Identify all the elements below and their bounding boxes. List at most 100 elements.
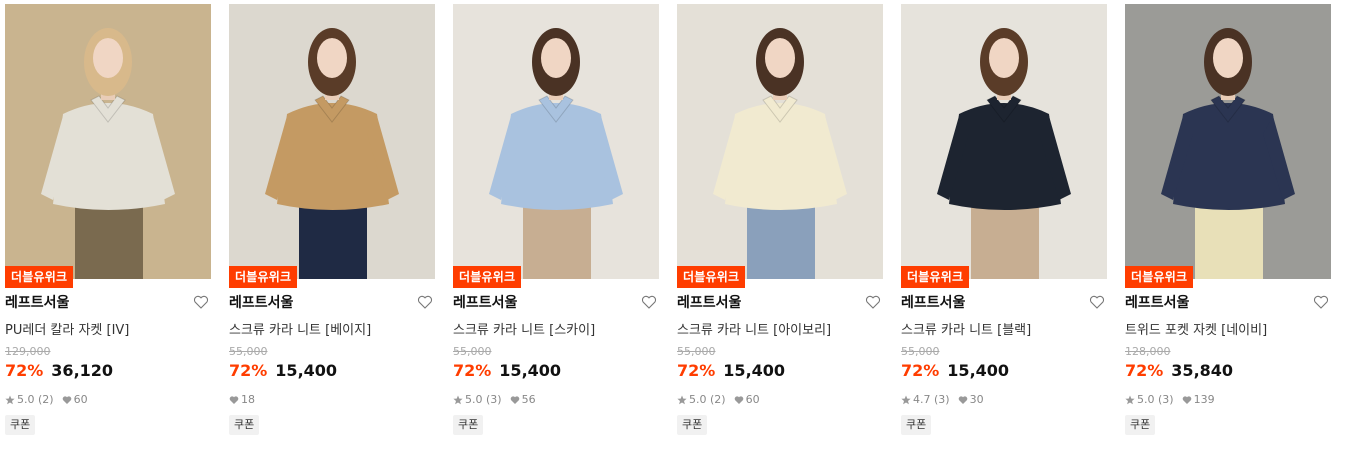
product-card[interactable]: 더블유위크 레프트서울 PU레더 칼라 자켓 [IV] 129,000 72% 3… (5, 0, 211, 451)
wishlist-heart-icon[interactable] (641, 294, 657, 310)
product-name[interactable]: 스크류 카라 니트 [블랙] (901, 319, 1031, 338)
brand-name[interactable]: 레프트서울 (1125, 292, 1189, 312)
brand-name[interactable]: 레프트서울 (901, 292, 965, 312)
product-photo (229, 4, 435, 279)
rating: 5.0 (2) (17, 393, 54, 406)
promo-badge: 더블유위크 (1125, 266, 1194, 288)
discount-rate: 72% (677, 361, 716, 380)
product-name[interactable]: 스크류 카라 니트 [아이보리] (677, 319, 831, 338)
product-name[interactable]: 트위드 포켓 자켓 [네이비] (1125, 319, 1267, 338)
discount-rate: 72% (1125, 361, 1164, 380)
product-photo (901, 4, 1107, 279)
product-photo (5, 4, 211, 279)
sale-price: 35,840 (1171, 361, 1234, 380)
sale-price: 15,400 (275, 361, 338, 380)
coupon-tag: 쿠폰 (229, 415, 260, 435)
original-price: 55,000 (229, 345, 268, 358)
rating: 4.7 (3) (913, 393, 950, 406)
review-meta: 4.7 (3) 30 (901, 393, 984, 406)
original-price: 55,000 (677, 345, 716, 358)
product-image[interactable] (677, 4, 883, 279)
discount-rate: 72% (453, 361, 492, 380)
like-count: 30 (969, 393, 984, 406)
price-row: 72% 15,400 (901, 361, 1009, 380)
product-card[interactable]: 더블유위크 레프트서울 스크류 카라 니트 [베이지] 55,000 72% 15… (229, 0, 435, 451)
sale-price: 15,400 (499, 361, 562, 380)
product-card[interactable]: 더블유위크 레프트서울 스크류 카라 니트 [스카이] 55,000 72% 15… (453, 0, 659, 451)
coupon-tag: 쿠폰 (453, 415, 484, 435)
review-meta: 5.0 (3) 56 (453, 393, 536, 406)
star-icon (677, 395, 687, 404)
product-image[interactable] (5, 4, 211, 279)
like-count: 60 (745, 393, 760, 406)
product-card[interactable]: 더블유위크 레프트서울 스크류 카라 니트 [아이보리] 55,000 72% 1… (677, 0, 883, 451)
discount-rate: 72% (229, 361, 268, 380)
star-icon (1125, 395, 1135, 404)
rating: 5.0 (3) (1137, 393, 1174, 406)
sale-price: 15,400 (723, 361, 786, 380)
product-image[interactable] (229, 4, 435, 279)
like-count-icon (510, 395, 519, 404)
product-card[interactable]: 더블유위크 레프트서울 스크류 카라 니트 [블랙] 55,000 72% 15,… (901, 0, 1107, 451)
wishlist-heart-icon[interactable] (417, 294, 433, 310)
like-count: 56 (521, 393, 536, 406)
like-count-icon (62, 395, 71, 404)
original-price: 129,000 (5, 345, 51, 358)
original-price: 55,000 (901, 345, 940, 358)
sale-price: 15,400 (947, 361, 1010, 380)
review-meta: 18 (229, 393, 255, 406)
brand-name[interactable]: 레프트서울 (453, 292, 517, 312)
like-count-icon (229, 395, 239, 404)
product-image[interactable] (453, 4, 659, 279)
sale-price: 36,120 (51, 361, 114, 380)
review-meta: 5.0 (2) 60 (5, 393, 88, 406)
star-icon (453, 395, 463, 404)
product-image[interactable] (901, 4, 1107, 279)
product-photo (1125, 4, 1331, 279)
like-count: 18 (241, 393, 255, 406)
price-row: 72% 15,400 (453, 361, 561, 380)
brand-name[interactable]: 레프트서울 (677, 292, 741, 312)
discount-rate: 72% (5, 361, 44, 380)
product-photo (453, 4, 659, 279)
promo-badge: 더블유위크 (453, 266, 522, 288)
product-name[interactable]: PU레더 칼라 자켓 [IV] (5, 319, 129, 338)
wishlist-heart-icon[interactable] (193, 294, 209, 310)
promo-badge: 더블유위크 (229, 266, 298, 288)
product-grid: 더블유위크 레프트서울 PU레더 칼라 자켓 [IV] 129,000 72% 3… (0, 0, 1345, 451)
rating: 5.0 (3) (465, 393, 502, 406)
discount-rate: 72% (901, 361, 940, 380)
product-name[interactable]: 스크류 카라 니트 [스카이] (453, 319, 595, 338)
price-row: 72% 35,840 (1125, 361, 1233, 380)
like-count-icon (1182, 395, 1191, 404)
review-meta: 5.0 (2) 60 (677, 393, 760, 406)
promo-badge: 더블유위크 (5, 266, 74, 288)
price-row: 72% 36,120 (5, 361, 113, 380)
coupon-tag: 쿠폰 (5, 415, 36, 435)
brand-name[interactable]: 레프트서울 (5, 292, 69, 312)
brand-name[interactable]: 레프트서울 (229, 292, 293, 312)
promo-badge: 더블유위크 (677, 266, 746, 288)
coupon-tag: 쿠폰 (901, 415, 932, 435)
like-count: 139 (1193, 393, 1215, 406)
product-photo (677, 4, 883, 279)
coupon-tag: 쿠폰 (1125, 415, 1156, 435)
like-count: 60 (73, 393, 88, 406)
star-icon (901, 395, 911, 404)
original-price: 128,000 (1125, 345, 1171, 358)
like-count-icon (734, 395, 743, 404)
coupon-tag: 쿠폰 (677, 415, 708, 435)
review-meta: 5.0 (3) 139 (1125, 393, 1215, 406)
star-icon (5, 395, 15, 404)
wishlist-heart-icon[interactable] (1089, 294, 1105, 310)
product-name[interactable]: 스크류 카라 니트 [베이지] (229, 319, 371, 338)
product-image[interactable] (1125, 4, 1331, 279)
price-row: 72% 15,400 (229, 361, 337, 380)
product-card[interactable]: 더블유위크 레프트서울 트위드 포켓 자켓 [네이비] 128,000 72% 3… (1125, 0, 1331, 451)
promo-badge: 더블유위크 (901, 266, 970, 288)
like-count-icon (958, 395, 967, 404)
original-price: 55,000 (453, 345, 492, 358)
price-row: 72% 15,400 (677, 361, 785, 380)
wishlist-heart-icon[interactable] (1313, 294, 1329, 310)
wishlist-heart-icon[interactable] (865, 294, 881, 310)
